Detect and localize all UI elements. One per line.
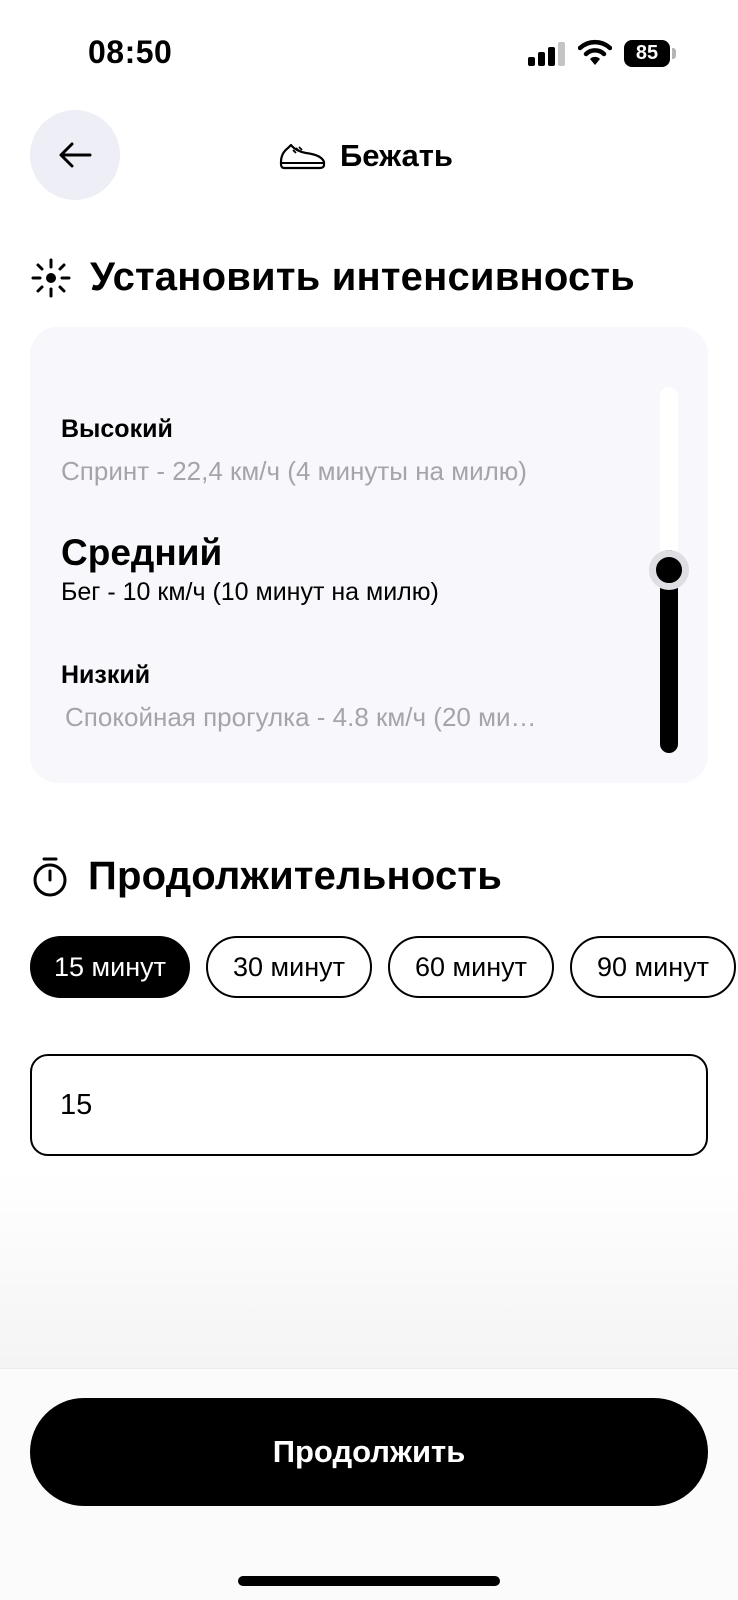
battery-tip bbox=[672, 48, 676, 59]
sneaker-icon bbox=[279, 143, 326, 170]
intensity-level-medium[interactable]: Средний Бег - 10 км/ч (10 минут на милю) bbox=[61, 532, 439, 607]
header-title-group: Бежать bbox=[278, 134, 453, 178]
duration-chip-30[interactable]: 30 минут bbox=[206, 936, 372, 998]
continue-button[interactable]: Продолжить bbox=[30, 1398, 708, 1506]
level-name: Низкий bbox=[61, 661, 151, 689]
arrow-left-icon bbox=[59, 142, 92, 168]
slider-thumb[interactable] bbox=[649, 550, 689, 590]
duration-section-title: Продолжительность bbox=[30, 854, 502, 899]
intensity-icon bbox=[31, 258, 71, 297]
level-description: Бег - 10 км/ч (10 минут на милю) bbox=[61, 578, 439, 606]
intensity-slider[interactable] bbox=[649, 387, 689, 753]
duration-options: 15 минут 30 минут 60 минут 90 минут bbox=[30, 936, 736, 998]
duration-chip-90[interactable]: 90 минут bbox=[570, 936, 736, 998]
duration-chip-15[interactable]: 15 минут bbox=[30, 936, 190, 998]
intensity-level-low[interactable]: Низкий Спокойная прогулка - 4.8 км/ч (20… bbox=[61, 661, 537, 733]
status-bar: 08:50 85 bbox=[0, 0, 738, 100]
duration-chip-60[interactable]: 60 минут bbox=[388, 936, 554, 998]
back-button[interactable] bbox=[30, 110, 120, 200]
page-title: Бежать bbox=[340, 138, 453, 173]
level-name: Средний bbox=[61, 532, 223, 573]
wifi-icon bbox=[578, 39, 612, 65]
duration-title: Продолжительность bbox=[88, 854, 503, 898]
bottom-fade bbox=[0, 1170, 738, 1368]
level-description: Спринт - 22,4 км/ч (4 минуты на милю) bbox=[61, 456, 527, 486]
intensity-section-title: Установить интенсивность bbox=[30, 255, 635, 300]
battery-icon: 85 bbox=[624, 40, 670, 67]
level-name: Высокий bbox=[61, 415, 173, 443]
cellular-signal-icon bbox=[528, 42, 565, 66]
intensity-card: Высокий Спринт - 22,4 км/ч (4 минуты на … bbox=[30, 327, 708, 783]
home-indicator bbox=[238, 1576, 500, 1586]
status-time: 08:50 bbox=[88, 34, 173, 70]
intensity-title: Установить интенсивность bbox=[90, 255, 635, 299]
level-description: Спокойная прогулка - 4.8 км/ч (20 ми… bbox=[65, 702, 537, 732]
intensity-level-high[interactable]: Высокий Спринт - 22,4 км/ч (4 минуты на … bbox=[61, 415, 527, 487]
stopwatch-icon bbox=[33, 857, 67, 896]
duration-input[interactable] bbox=[30, 1054, 708, 1156]
